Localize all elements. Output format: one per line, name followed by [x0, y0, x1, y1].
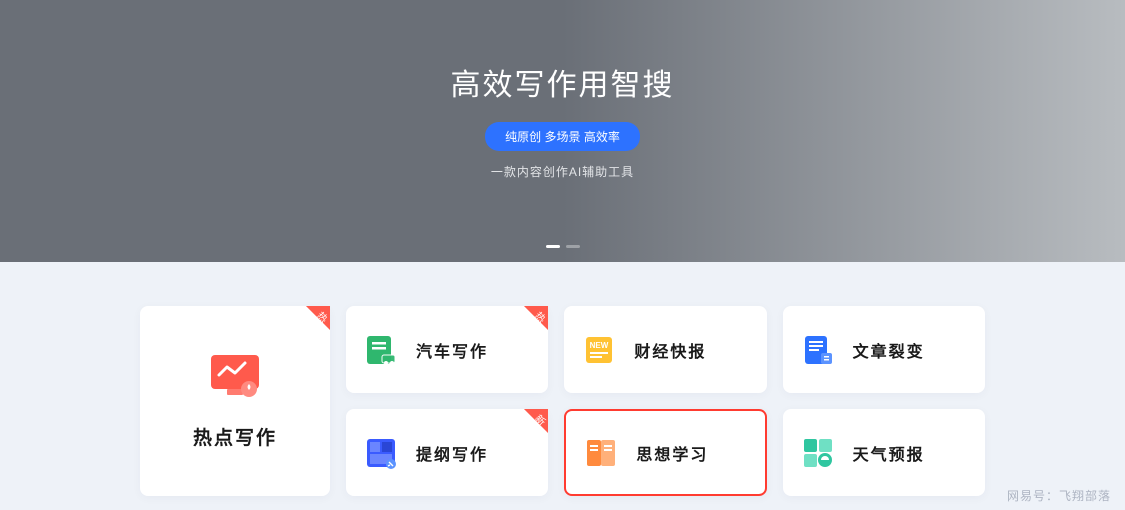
hero-title: 高效写作用智搜	[451, 60, 675, 104]
watermark: 网易号：飞翔部落	[1007, 487, 1111, 504]
card-label: 汽车写作	[416, 338, 488, 362]
card-label: 财经快报	[634, 338, 706, 362]
corner-badge: 热	[514, 306, 548, 340]
category-grid: 热 热点写作 热汽车写作 NEW 财经快报 文章裂变新提纲写作 思想学习 天气预报	[0, 262, 1125, 496]
car-doc-icon	[364, 333, 398, 367]
outline-icon	[364, 436, 398, 470]
card-2[interactable]: 文章裂变	[783, 306, 985, 393]
svg-text:NEW: NEW	[590, 341, 609, 350]
carousel-dots[interactable]	[546, 245, 580, 248]
card-5[interactable]: 天气预报	[783, 409, 985, 496]
card-label: 天气预报	[853, 441, 925, 465]
card-4[interactable]: 思想学习	[564, 409, 766, 496]
book-icon	[584, 436, 618, 470]
split-doc-icon	[801, 333, 835, 367]
hero-subtitle: 一款内容创作AI辅助工具	[491, 163, 634, 180]
card-label: 文章裂变	[853, 338, 925, 362]
card-label: 热点写作	[193, 423, 277, 450]
news-icon: NEW	[582, 333, 616, 367]
card-0[interactable]: 热汽车写作	[346, 306, 548, 393]
hero-banner: 高效写作用智搜 纯原创 多场景 高效率 一款内容创作AI辅助工具	[0, 0, 1125, 262]
weather-icon	[801, 436, 835, 470]
corner-badge: 热	[296, 306, 330, 340]
card-1[interactable]: NEW 财经快报	[564, 306, 766, 393]
card-label: 思想学习	[636, 441, 708, 465]
card-hot-writing[interactable]: 热 热点写作	[140, 306, 330, 496]
hero-badge: 纯原创 多场景 高效率	[485, 122, 640, 151]
chart-monitor-icon	[209, 353, 261, 399]
card-3[interactable]: 新提纲写作	[346, 409, 548, 496]
card-label: 提纲写作	[416, 441, 488, 465]
corner-badge: 新	[514, 409, 548, 443]
